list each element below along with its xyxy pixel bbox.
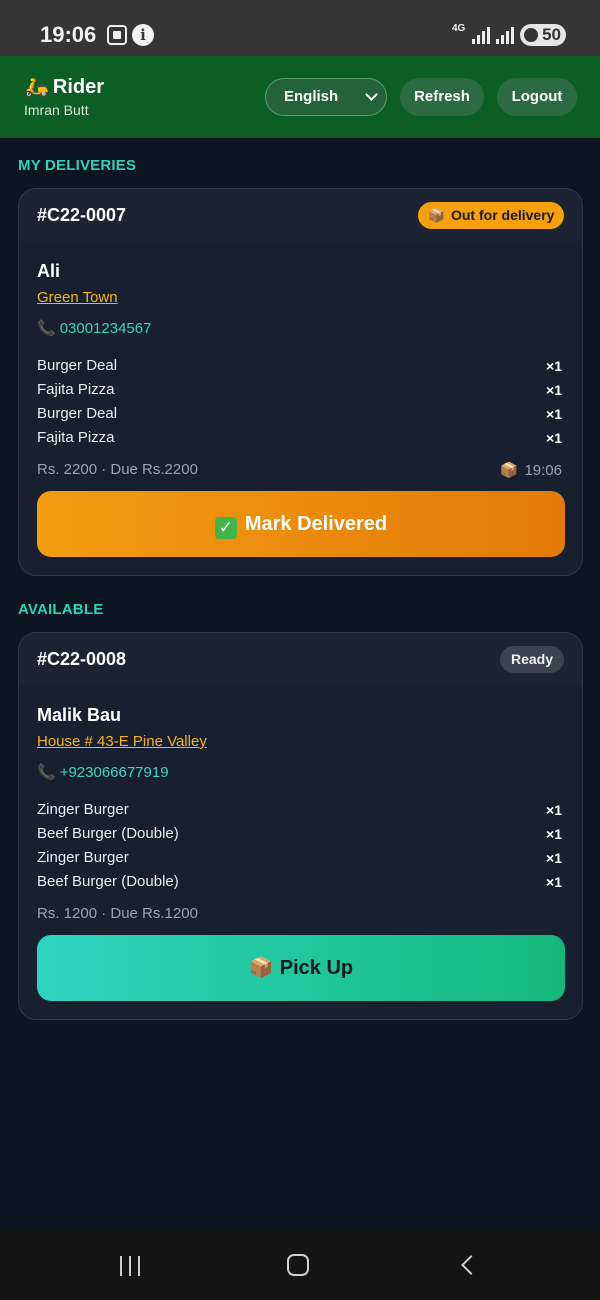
battery-indicator: 50	[520, 24, 566, 46]
signal-icon	[496, 26, 514, 44]
refresh-button[interactable]: Refresh	[400, 78, 484, 116]
language-value: English	[284, 88, 339, 105]
card-header: #C22-0008 Ready	[19, 633, 582, 685]
section-title-available: AVAILABLE	[18, 601, 104, 618]
phone-icon: 📞	[37, 320, 56, 337]
customer-name: Malik Bau	[37, 705, 122, 725]
order-id: #C22-0008	[37, 649, 127, 669]
status-bar: 19:06 i 4G 50	[0, 0, 600, 56]
scooter-icon: 🛵	[24, 76, 49, 98]
order-totals: Rs. 1200 · Due Rs.1200	[37, 905, 198, 922]
status-time: 19:06	[40, 22, 97, 47]
item-name: Burger Deal	[37, 405, 118, 422]
system-nav-bar	[0, 1230, 600, 1300]
phone-number: 03001234567	[59, 320, 152, 337]
item-qty: ×1	[546, 430, 562, 446]
delivery-card: #C22-0007 📦 Out for delivery Ali Green To…	[18, 188, 583, 576]
chevron-down-icon	[365, 88, 378, 101]
phone-icon: 📞	[37, 764, 56, 781]
item-name: Zinger Burger	[37, 801, 129, 818]
pick-up-label: Pick Up	[279, 957, 354, 979]
language-select[interactable]: English	[265, 78, 387, 116]
network-type: 4G	[452, 23, 466, 34]
home-icon[interactable]	[287, 1254, 309, 1276]
item-name: Beef Burger (Double)	[37, 825, 179, 842]
app-brand: 🛵 Rider	[24, 74, 104, 99]
item-qty: ×1	[546, 358, 562, 374]
recents-icon[interactable]	[118, 1256, 142, 1276]
order-time: 📦 19:06	[500, 461, 562, 479]
card-header: #C22-0007 📦 Out for delivery	[19, 189, 582, 241]
back-icon[interactable]	[461, 1255, 481, 1275]
order-totals: Rs. 2200 · Due Rs.2200	[37, 461, 198, 478]
item-name: Beef Burger (Double)	[37, 873, 179, 890]
check-icon: ✓	[214, 517, 237, 539]
info-icon: i	[132, 24, 154, 46]
customer-phone-link[interactable]: 📞 +923066677919	[37, 763, 169, 781]
customer-address-link[interactable]: House # 43-E Pine Valley	[37, 733, 207, 750]
item-qty: ×1	[546, 850, 562, 866]
screenshot-icon	[107, 25, 127, 45]
rider-name: Imran Butt	[24, 102, 89, 118]
customer-address-link[interactable]: Green Town	[37, 289, 118, 306]
status-badge-label: Out for delivery	[450, 207, 555, 223]
available-order-card: #C22-0008 Ready Malik Bau House # 43-E P…	[18, 632, 583, 1020]
item-qty: ×1	[546, 382, 562, 398]
order-time-value: 19:06	[524, 462, 562, 479]
pick-up-button[interactable]: 📦 Pick Up	[37, 935, 565, 1001]
item-qty: ×1	[546, 826, 562, 842]
status-badge: Ready	[500, 646, 564, 673]
logout-button[interactable]: Logout	[497, 78, 577, 116]
item-name: Fajita Pizza	[37, 381, 115, 398]
customer-name: Ali	[37, 261, 61, 281]
section-title-my-deliveries: MY DELIVERIES	[18, 157, 137, 174]
package-icon: 📦	[499, 462, 519, 479]
app-title: Rider	[52, 76, 105, 98]
item-name: Zinger Burger	[37, 849, 129, 866]
status-badge: 📦 Out for delivery	[418, 202, 564, 229]
phone-number: +923066677919	[59, 764, 169, 781]
package-icon: 📦	[427, 207, 445, 223]
item-qty: ×1	[546, 802, 562, 818]
item-name: Burger Deal	[37, 357, 118, 374]
mark-delivered-label: Mark Delivered	[244, 513, 388, 535]
signal-icon	[472, 26, 490, 44]
package-icon: 📦	[248, 957, 274, 979]
item-qty: ×1	[546, 874, 562, 890]
app-header: 🛵 Rider Imran Butt English Refresh Logout	[0, 56, 600, 138]
item-name: Fajita Pizza	[37, 429, 115, 446]
order-id: #C22-0007	[37, 205, 127, 225]
mark-delivered-button[interactable]: ✓ Mark Delivered	[37, 491, 565, 557]
customer-phone-link[interactable]: 📞 03001234567	[37, 319, 151, 337]
item-qty: ×1	[546, 406, 562, 422]
